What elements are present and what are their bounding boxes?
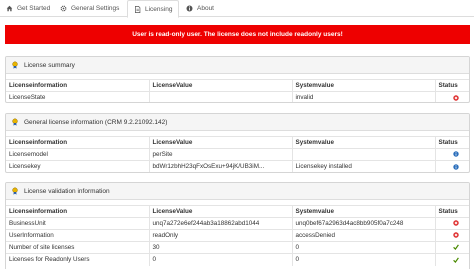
license-summary-table: Licenseinformation LicenseValue Systemva…: [6, 79, 469, 102]
tab-bar: Get Started General Settings Licensing A…: [0, 0, 474, 18]
column-header-status: Status: [434, 136, 469, 149]
column-header-sysvalue: Systemvalue: [291, 136, 435, 149]
cell-info: LicenseState: [6, 91, 149, 102]
tab-label: Get Started: [17, 5, 51, 12]
table-row: BusinessUnit unq7a272e6ef244ab3a18862abd…: [6, 217, 469, 230]
table-row: Licensekey bdWr1zbhH23qFxOsExu+94jK/UB3i…: [6, 160, 469, 172]
column-header-info: Licenseinformation: [6, 79, 149, 92]
table-row: LicenseState invalid: [6, 91, 469, 102]
table-row: Number of site licenses 30 0: [6, 241, 469, 254]
column-header-info: Licenseinformation: [6, 205, 149, 218]
cell-value: perSite: [148, 148, 292, 161]
certificate-icon: [11, 118, 19, 126]
table-row: Licensemodel perSite: [6, 148, 469, 161]
column-header-info: Licenseinformation: [6, 136, 149, 149]
license-validation-panel: License validation information Licensein…: [5, 182, 470, 269]
tab-label: Licensing: [145, 5, 173, 13]
table-header-row: Licenseinformation LicenseValue Systemva…: [6, 205, 469, 218]
panel-header: General license information (CRM 9.2.210…: [6, 114, 469, 131]
cell-value: 30: [148, 241, 292, 254]
cell-info: Number of site licenses: [6, 241, 149, 254]
cell-status: [434, 148, 469, 161]
gear-icon: [60, 5, 67, 12]
certificate-icon: [11, 187, 19, 195]
tab-about[interactable]: About: [180, 0, 220, 17]
tab-label: About: [197, 5, 214, 12]
cell-sysvalue: Licensekey installed: [291, 160, 435, 172]
table-row: UserInformation readOnly accessDenied: [6, 229, 469, 242]
panel-header: License summary: [6, 57, 469, 74]
license-summary-panel: License summary Licenseinformation Licen…: [5, 56, 470, 103]
panel-title: License summary: [24, 61, 75, 69]
cell-value: unq7a272e6ef244ab3a18862abd1044: [148, 217, 292, 230]
table-row: Licenses for Readonly Users 0 0: [6, 253, 469, 266]
cell-sysvalue: 0: [291, 241, 435, 254]
cell-info: UserInformation: [6, 229, 149, 242]
cell-value: 0: [148, 253, 292, 266]
info-status-icon: [452, 163, 459, 170]
cell-sysvalue: accessDenied: [291, 229, 435, 242]
column-header-status: Status: [434, 205, 469, 218]
cell-status: [434, 229, 469, 242]
tab-get-started[interactable]: Get Started: [0, 0, 56, 17]
panel-header: License validation information: [6, 183, 469, 200]
error-icon: [452, 232, 459, 239]
error-icon: [452, 220, 459, 227]
column-header-value: LicenseValue: [148, 79, 292, 92]
cell-value: readOnly: [148, 229, 292, 242]
cell-sysvalue: [291, 148, 435, 161]
cell-status: [434, 253, 469, 266]
table-header-row: Licenseinformation LicenseValue Systemva…: [6, 79, 469, 92]
error-icon: [452, 94, 459, 101]
cell-sysvalue: invalid: [291, 91, 435, 102]
cell-info: BusinessUnit: [6, 217, 149, 230]
cell-sysvalue: unq0bef67a2963d4ac8bb905f0a7c248: [291, 217, 435, 230]
cell-status: [434, 91, 469, 102]
cell-status: [434, 217, 469, 230]
info-icon: [186, 5, 193, 12]
tab-general-settings[interactable]: General Settings: [54, 0, 125, 17]
info-status-icon: [452, 151, 459, 158]
certificate-icon: [11, 61, 19, 69]
general-license-panel: General license information (CRM 9.2.210…: [5, 113, 470, 173]
license-validation-table: Licenseinformation LicenseValue Systemva…: [6, 205, 469, 266]
cell-status: [434, 241, 469, 254]
cell-info: Licenses for Readonly Users: [6, 253, 149, 266]
panel-title: General license information (CRM 9.2.210…: [24, 118, 168, 126]
tab-label: General Settings: [71, 5, 120, 12]
tab-licensing[interactable]: Licensing: [127, 0, 180, 18]
panel-title: License validation information: [24, 187, 110, 195]
table-header-row: Licenseinformation LicenseValue Systemva…: [6, 136, 469, 149]
general-license-table: Licenseinformation LicenseValue Systemva…: [6, 136, 469, 172]
cell-value: bdWr1zbhH23qFxOsExu+94jK/UB3iM...: [148, 160, 292, 172]
checkmark-icon: [452, 257, 459, 263]
column-header-value: LicenseValue: [148, 136, 292, 149]
cell-info: Licensekey: [6, 160, 149, 172]
home-icon: [6, 5, 13, 12]
column-header-sysvalue: Systemvalue: [291, 205, 435, 218]
column-header-sysvalue: Systemvalue: [291, 79, 435, 92]
column-header-status: Status: [434, 79, 469, 92]
readonly-alert: User is read-only user. The license does…: [5, 25, 470, 44]
cell-sysvalue: 0: [291, 253, 435, 266]
cell-value: [148, 91, 292, 102]
cell-status: [434, 160, 469, 172]
checkmark-icon: [452, 244, 459, 251]
document-icon: [134, 5, 141, 13]
cell-info: Licensemodel: [6, 148, 149, 161]
column-header-value: LicenseValue: [148, 205, 292, 218]
